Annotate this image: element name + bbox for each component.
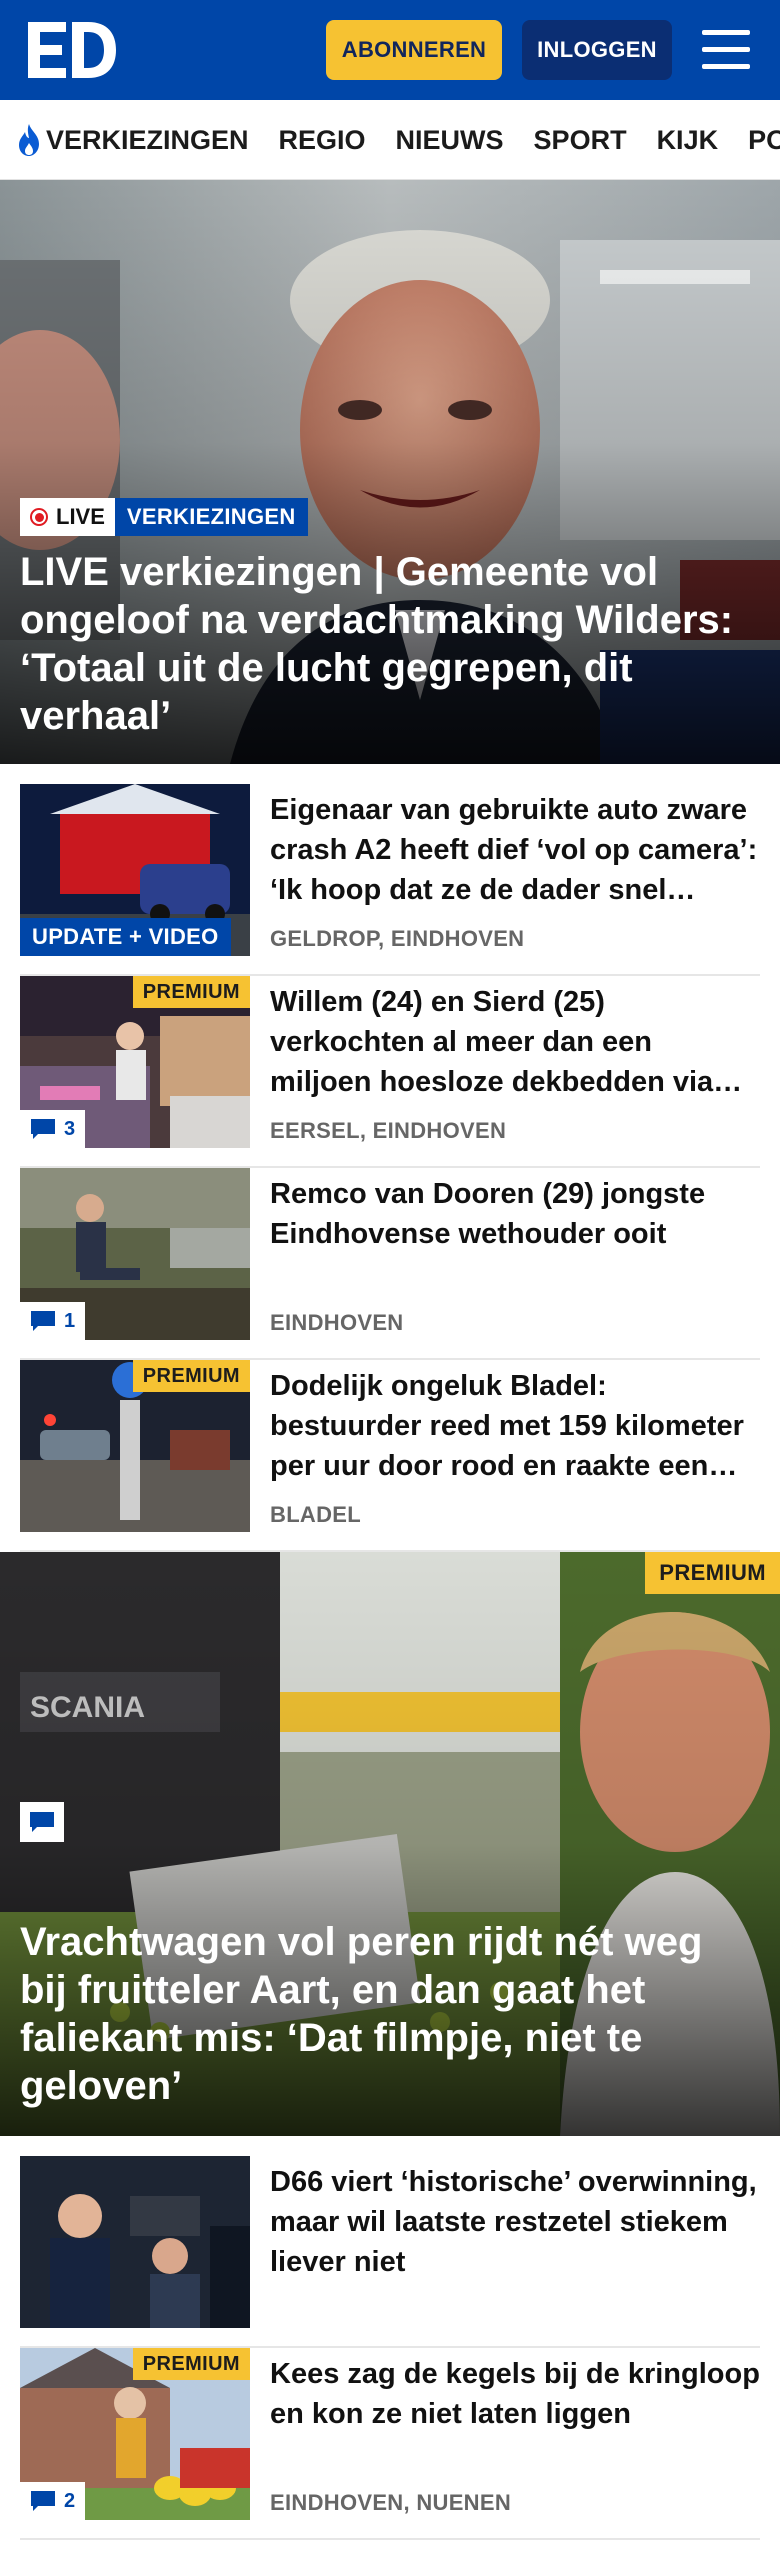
list-item[interactable]: PREMIUM Dodelijk ongeluk Bladel: bestuur… — [20, 1360, 760, 1552]
premium-badge: PREMIUM — [645, 1552, 780, 1594]
nav-item-podcasts[interactable]: PODCASTS — [748, 125, 780, 156]
list-item[interactable]: PREMIUM 2 Kees zag de kegels bij de krin… — [20, 2348, 760, 2540]
list-item[interactable]: D66 viert ‘historische’ overwin­ning, ma… — [20, 2156, 760, 2348]
comment-count-label: 2 — [64, 2489, 76, 2512]
comment-count-label: 3 — [64, 1117, 76, 1140]
article-title[interactable]: Remco van Dooren (29) jongste Eindhovens… — [270, 1174, 760, 1254]
article-title[interactable]: Kees zag de kegels bij de kringloop en k… — [270, 2354, 760, 2434]
premium-badge: PREMIUM — [132, 2348, 250, 2380]
article-title[interactable]: Dodelijk ongeluk Bladel: bestuurder reed… — [270, 1366, 760, 1486]
hero-title[interactable]: LIVE verkiezingen | Gemeente vol ongeloo… — [20, 548, 764, 740]
menu-icon[interactable] — [700, 28, 752, 72]
list-item[interactable]: UPDATE + VIDEO Eigenaar van gebruikte au… — [20, 784, 760, 976]
section-nav: VERKIEZINGEN REGIO NIEUWS SPORT KIJK POD… — [0, 100, 780, 180]
nav-item-sport[interactable]: SPORT — [534, 125, 627, 156]
comment-icon — [30, 1812, 54, 1832]
subscribe-button[interactable]: ABONNEREN — [326, 20, 502, 80]
comment-count[interactable]: 2 — [20, 2482, 86, 2520]
flame-icon — [19, 124, 39, 156]
list-item[interactable]: 1 Remco van Dooren (29) jongste Eindhove… — [20, 1168, 760, 1360]
article-title[interactable]: Eigenaar van gebruikte auto zware crash … — [270, 790, 760, 910]
article-thumbnail: UPDATE + VIDEO — [20, 784, 250, 956]
comment-icon — [31, 1119, 55, 1139]
ed-logo[interactable] — [26, 18, 118, 82]
category-badge[interactable]: VERKIEZINGEN — [114, 498, 308, 536]
article-thumbnail: PREMIUM — [20, 1360, 250, 1532]
article-thumbnail — [20, 2156, 250, 2328]
article-location: BLADEL — [270, 1502, 362, 1527]
article-location: GELDROP, EINDHOVEN — [270, 926, 525, 951]
article-thumbnail: PREMIUM 3 — [20, 976, 250, 1148]
premium-badge: PREMIUM — [132, 976, 250, 1008]
article-title[interactable]: Willem (24) en Sierd (25) verkochten al … — [270, 982, 760, 1102]
feature-article[interactable]: SCANIA PREMIUM Vrachtwagen vol peren rij… — [0, 1552, 780, 2136]
hero-article[interactable]: LIVE VERKIEZINGEN LIVE verkiezingen | Ge… — [0, 180, 780, 764]
comment-icon — [31, 2491, 55, 2511]
comment-icon — [31, 1311, 55, 1331]
article-thumbnail: PREMIUM 2 — [20, 2348, 250, 2520]
live-label: LIVE — [56, 504, 105, 529]
comment-count[interactable]: 3 — [20, 1110, 86, 1148]
article-location: EINDHOVEN, NUENEN — [270, 2490, 512, 2515]
comment-count[interactable]: 1 — [20, 1302, 86, 1340]
top-header: ABONNEREN INLOGGEN — [0, 0, 780, 100]
live-badge: LIVE — [20, 498, 115, 536]
comment-count[interactable] — [20, 1802, 64, 1842]
feature-title[interactable]: Vrachtwagen vol peren rijdt nét weg bij … — [20, 1918, 760, 2110]
article-location: EINDHOVEN — [270, 1310, 404, 1335]
article-thumbnail: 1 — [20, 1168, 250, 1340]
hero-badges: LIVE VERKIEZINGEN — [20, 498, 308, 536]
comment-count-label: 1 — [64, 1309, 76, 1332]
article-title[interactable]: D66 viert ‘historische’ overwin­ning, ma… — [270, 2162, 760, 2282]
update-video-tag: UPDATE + VIDEO — [20, 918, 231, 956]
nav-item-verkiezingen[interactable]: VERKIEZINGEN — [16, 123, 249, 157]
nav-item-kijk[interactable]: KIJK — [657, 125, 719, 156]
nav-item-regio[interactable]: REGIO — [279, 125, 366, 156]
login-button[interactable]: INLOGGEN — [522, 20, 672, 80]
nav-item-nieuws[interactable]: NIEUWS — [396, 125, 504, 156]
article-location: EERSEL, EINDHOVEN — [270, 1118, 507, 1143]
nav-label: VERKIEZINGEN — [46, 124, 249, 155]
live-dot-icon — [30, 508, 48, 526]
premium-badge: PREMIUM — [132, 1360, 250, 1392]
list-item[interactable]: PREMIUM 3 Willem (24) en Sierd (25) verk… — [20, 976, 760, 1168]
